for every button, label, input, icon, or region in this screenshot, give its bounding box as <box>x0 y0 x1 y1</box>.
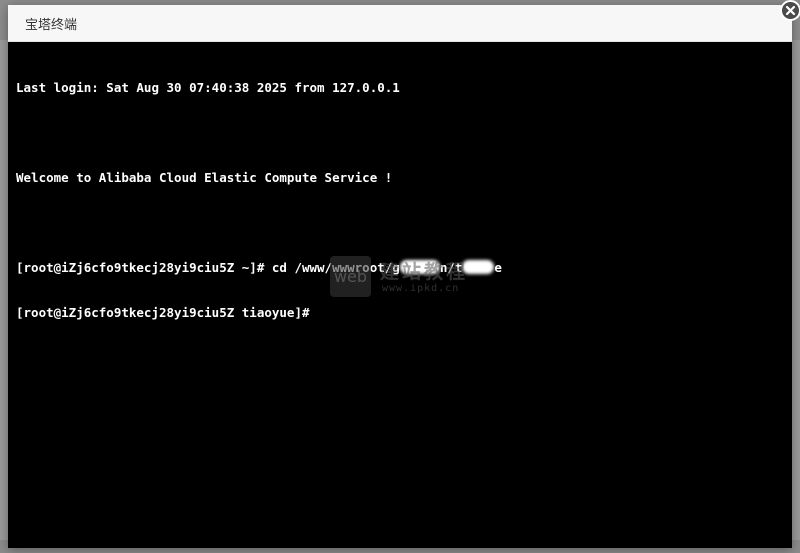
close-icon <box>785 5 796 16</box>
close-button[interactable] <box>780 0 800 21</box>
watermark-url: www.ipkd.cn <box>382 283 460 294</box>
watermark-chinese-text: 建站教程 <box>380 261 469 283</box>
terminal-cursor <box>309 306 317 319</box>
modal-title: 宝塔终端 <box>25 18 78 33</box>
watermark: web 建站教程 www.ipkd.cn <box>330 256 480 304</box>
last-login-line: Last login: Sat Aug 30 07:40:38 2025 fro… <box>16 80 400 95</box>
terminal-screen[interactable]: Last login: Sat Aug 30 07:40:38 2025 fro… <box>8 42 792 548</box>
terminal-output: Last login: Sat Aug 30 07:40:38 2025 fro… <box>16 50 502 350</box>
background-edge-right <box>792 40 800 540</box>
prompt-text: [root@iZj6cfo9tkecj28yi9ciu5Z tiaoyue]# <box>16 305 310 320</box>
watermark-logo: web <box>330 256 371 297</box>
prompt-line: [root@iZj6cfo9tkecj28yi9ciu5Z tiaoyue]# <box>16 305 502 320</box>
background-edge-left <box>0 40 8 540</box>
terminal-modal: 宝塔终端 Last login: Sat Aug 30 07:40:38 202… <box>8 5 792 548</box>
command-text-end: e <box>494 260 502 275</box>
welcome-line: Welcome to Alibaba Cloud Elastic Compute… <box>16 170 393 185</box>
modal-header: 宝塔终端 <box>8 5 792 42</box>
